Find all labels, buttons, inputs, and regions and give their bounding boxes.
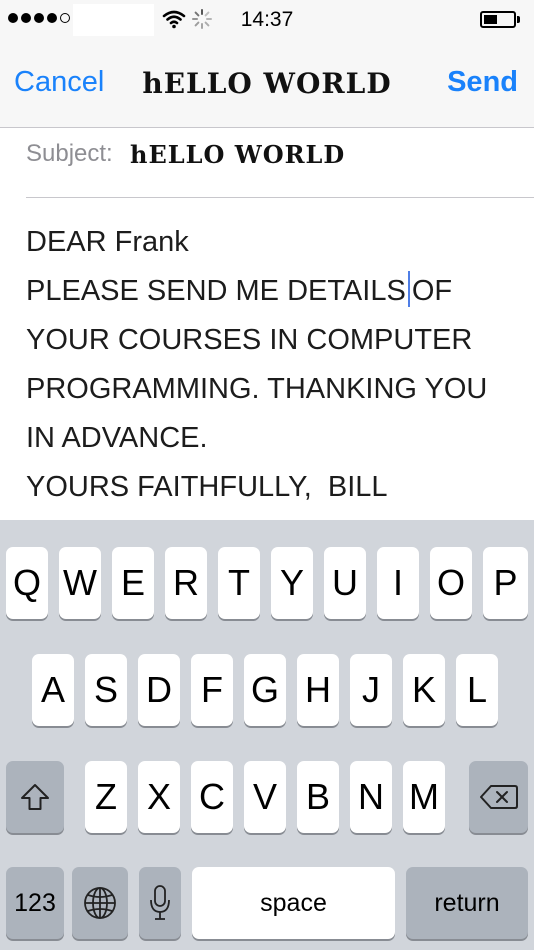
body-line: YOUR COURSES IN COMPUTER: [26, 324, 473, 356]
key-u[interactable]: U: [324, 547, 366, 619]
key-q[interactable]: Q: [6, 547, 48, 619]
key-e[interactable]: E: [112, 547, 154, 619]
send-button[interactable]: Send: [447, 66, 518, 99]
key-o[interactable]: O: [430, 547, 472, 619]
battery-tip: [517, 16, 520, 23]
message-body[interactable]: DEAR Frank PLEASE SEND ME DETAILS OF YOUR…: [26, 218, 526, 512]
subject-field[interactable]: Subject: hELLO WORLD: [0, 128, 534, 198]
key-m[interactable]: M: [403, 761, 445, 833]
key-z[interactable]: Z: [85, 761, 127, 833]
body-line: DEAR Frank: [26, 226, 189, 258]
key-r[interactable]: R: [165, 547, 207, 619]
space-key[interactable]: space: [192, 867, 395, 939]
divider: [26, 197, 534, 198]
body-line: IN ADVANCE.: [26, 422, 208, 454]
subject-value[interactable]: hELLO WORLD: [130, 140, 345, 169]
key-l[interactable]: L: [456, 654, 498, 726]
key-v[interactable]: V: [244, 761, 286, 833]
key-i[interactable]: I: [377, 547, 419, 619]
microphone-icon: [150, 885, 170, 920]
nav-bar: Cancel hELLO WORLD Send: [0, 40, 534, 128]
numbers-key[interactable]: 123: [6, 867, 64, 939]
key-a[interactable]: A: [32, 654, 74, 726]
status-bar: 14:37: [0, 0, 534, 40]
key-w[interactable]: W: [59, 547, 101, 619]
delete-icon: [479, 785, 518, 809]
key-j[interactable]: J: [350, 654, 392, 726]
text-cursor: [407, 271, 410, 307]
subject-label: Subject:: [26, 140, 113, 167]
microphone-key[interactable]: [139, 867, 181, 939]
delete-key[interactable]: [469, 761, 528, 833]
shift-icon: [21, 784, 49, 810]
key-s[interactable]: S: [85, 654, 127, 726]
key-n[interactable]: N: [350, 761, 392, 833]
body-text: OF: [411, 275, 453, 307]
key-g[interactable]: G: [244, 654, 286, 726]
key-h[interactable]: H: [297, 654, 339, 726]
key-f[interactable]: F: [191, 654, 233, 726]
return-key[interactable]: return: [406, 867, 528, 939]
key-b[interactable]: B: [297, 761, 339, 833]
shift-key[interactable]: [6, 761, 64, 833]
keyboard: Q W E R T Y U I O P A S D F G H J K L Z …: [0, 520, 534, 950]
globe-key[interactable]: [72, 867, 128, 939]
body-line-with-cursor: PLEASE SEND ME DETAILS OF: [26, 267, 526, 316]
key-p[interactable]: P: [483, 547, 528, 619]
body-text: PLEASE SEND ME DETAILS: [26, 275, 406, 307]
body-line: YOURS FAITHFULLY, BILL: [26, 471, 388, 503]
key-c[interactable]: C: [191, 761, 233, 833]
key-d[interactable]: D: [138, 654, 180, 726]
key-y[interactable]: Y: [271, 547, 313, 619]
globe-icon: [84, 887, 116, 919]
key-t[interactable]: T: [218, 547, 260, 619]
key-k[interactable]: K: [403, 654, 445, 726]
status-time: 14:37: [240, 8, 294, 31]
key-x[interactable]: X: [138, 761, 180, 833]
body-line: PROGRAMMING. THANKING YOU: [26, 373, 488, 405]
battery-icon: [480, 11, 516, 28]
